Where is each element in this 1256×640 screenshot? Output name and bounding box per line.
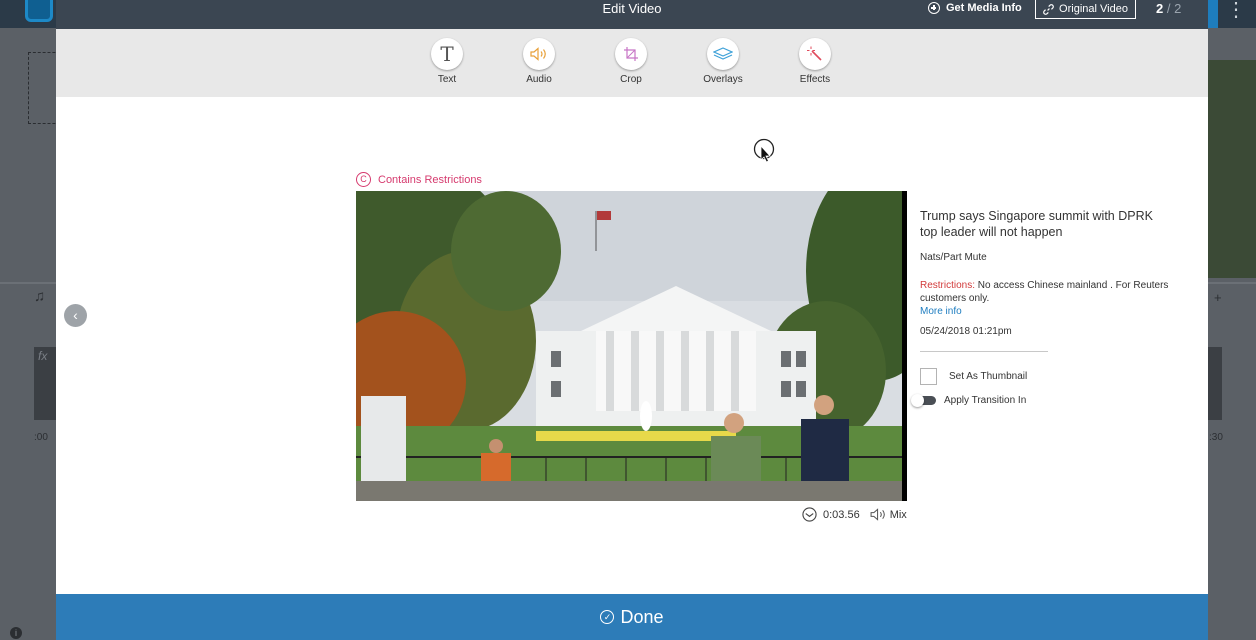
video-duration: 0:03.56: [823, 508, 860, 521]
media-subtitle: Nats/Part Mute: [920, 252, 987, 263]
tool-text-label: Text: [437, 74, 457, 85]
set-thumbnail-label: Set As Thumbnail: [949, 371, 1028, 382]
app-logo-icon: [25, 0, 53, 22]
video-preview[interactable]: [356, 191, 907, 501]
tool-effects[interactable]: Effects: [785, 38, 845, 85]
tool-audio[interactable]: Audio: [509, 38, 569, 85]
done-button[interactable]: ✓ Done: [56, 594, 1208, 640]
crop-icon: [624, 47, 638, 61]
tool-effects-label: Effects: [799, 74, 831, 85]
media-restrictions: Restrictions: No access Chinese mainland…: [920, 279, 1170, 318]
restrictions-label: Restrictions:: [920, 280, 976, 291]
overlays-icon: [713, 47, 733, 60]
edit-toolbar: T Text Audio Crop Overlays Effects: [56, 29, 1208, 97]
set-thumbnail-row: Set As Thumbnail: [920, 368, 1170, 385]
tool-overlays-label: Overlays: [703, 74, 743, 85]
audio-mode: Mix: [889, 508, 907, 521]
tool-overlays[interactable]: Overlays: [693, 38, 753, 85]
background-thumbnail: [1208, 60, 1256, 278]
tool-text[interactable]: T Text: [417, 38, 477, 85]
media-title: Trump says Singapore summit with DPRK to…: [920, 209, 1153, 239]
apply-transition-row: Apply Transition In: [911, 394, 1170, 407]
background-clip-thumb: fx: [34, 347, 56, 420]
timeline-end-time: :30: [1209, 432, 1223, 443]
pager-total: / 2: [1163, 1, 1182, 16]
link-icon: [1043, 3, 1054, 15]
check-circle-icon: ✓: [600, 610, 615, 624]
clock-icon: [802, 507, 817, 522]
apply-transition-toggle[interactable]: [911, 394, 936, 407]
plus-circle-icon: [928, 2, 940, 14]
music-icon: ♫: [34, 288, 46, 305]
previous-clip-button[interactable]: ‹: [64, 304, 87, 327]
background-clip-thumb-right: [1208, 347, 1222, 420]
video-meta: 0:03.56 Mix: [802, 507, 907, 522]
more-info-link[interactable]: More info: [920, 305, 1170, 318]
modal-header: Edit Video Get Media Info Original Video…: [56, 0, 1208, 29]
set-thumbnail-checkbox[interactable]: [920, 368, 937, 385]
background-blue-tab: [1208, 0, 1218, 28]
mouse-cursor-icon: [753, 138, 775, 163]
get-media-info-button[interactable]: Get Media Info: [928, 2, 1022, 14]
more-options-icon[interactable]: ⋮: [1226, 0, 1246, 20]
apply-transition-label: Apply Transition In: [944, 395, 1027, 406]
effects-icon: [807, 46, 822, 61]
get-media-info-label: Get Media Info: [946, 2, 1022, 14]
add-icon: +: [1214, 290, 1222, 305]
restriction-notice: C Contains Restrictions: [356, 172, 482, 187]
info-icon: i: [10, 627, 22, 639]
audio-icon: [530, 47, 546, 61]
volume-icon[interactable]: [870, 508, 887, 521]
edit-video-modal: Edit Video Get Media Info Original Video…: [56, 0, 1208, 640]
timeline-start-time: :00: [34, 432, 48, 443]
info-divider: [920, 351, 1048, 352]
fx-icon: fx: [38, 349, 48, 363]
original-video-button[interactable]: Original Video: [1035, 0, 1136, 19]
media-date: 05/24/2018 01:21pm: [920, 326, 1012, 337]
text-icon: T: [440, 42, 454, 66]
media-info-panel: Trump says Singapore summit with DPRK to…: [911, 208, 1170, 407]
original-video-label: Original Video: [1059, 3, 1128, 15]
pager: 2 / 2: [1156, 1, 1181, 16]
restriction-notice-label: Contains Restrictions: [378, 173, 482, 186]
tool-crop-label: Crop: [620, 74, 642, 85]
copyright-icon: C: [356, 172, 371, 187]
chevron-left-icon: ‹: [73, 307, 78, 323]
tool-crop[interactable]: Crop: [601, 38, 661, 85]
video-frame: [356, 191, 907, 501]
done-label: Done: [620, 606, 664, 627]
tool-audio-label: Audio: [526, 74, 552, 85]
